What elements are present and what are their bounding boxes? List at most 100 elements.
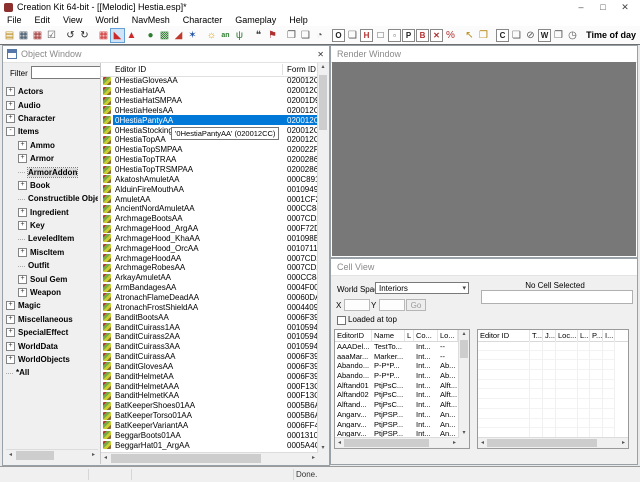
object-list-row[interactable]: BatKeeperTorso01AA0005B6A4 <box>101 411 318 421</box>
tree-item-miscellaneous[interactable]: +Miscellaneous <box>6 313 98 326</box>
go-button[interactable]: Go <box>406 299 426 311</box>
object-list-row[interactable]: 0HestiaTopTRSMPAA02002861 <box>101 165 318 175</box>
cell-view-titlebar[interactable]: Cell View <box>331 259 637 276</box>
object-list-row[interactable]: 0HestiaPantyAA020012CC <box>101 115 318 125</box>
snap-to-connect-points-icon[interactable]: ▲ <box>125 29 138 42</box>
object-list-row[interactable]: 0HestiaHatSMPAA02001D97 <box>101 96 318 106</box>
editor-id-column-header[interactable]: Editor ID <box>115 65 146 74</box>
column-header-lo[interactable]: Lo... <box>438 330 458 341</box>
tree-item-key[interactable]: +Key <box>6 219 98 232</box>
toggle-havok-icon[interactable]: H <box>360 29 373 42</box>
object-list-row[interactable]: 0HestiaTopSMPAA020022FB <box>101 145 318 155</box>
scroll-left-icon[interactable]: ◂ <box>478 438 487 448</box>
cell-row[interactable]: aaaMar...Marker...Int...-- <box>335 351 469 361</box>
scrollbar-thumb[interactable] <box>460 340 468 358</box>
object-list-row[interactable]: AmuletAA0001CF27 <box>101 194 318 204</box>
snap-to-angle-icon[interactable]: ◣ <box>111 29 124 42</box>
object-window-titlebar[interactable]: Object Window ✕ <box>3 46 329 63</box>
object-list-row[interactable]: BatKeeperShoes01AA0005B6A5 <box>101 401 318 411</box>
reset-render-icon[interactable]: ◔ <box>313 29 326 42</box>
tree-item-ingredient[interactable]: +Ingredient <box>6 206 98 219</box>
cell-row[interactable]: AAADel...TestTo...Int...-- <box>335 341 469 351</box>
tree-expander-icon[interactable]: - <box>6 127 15 136</box>
scroll-right-icon[interactable]: ▸ <box>450 438 459 448</box>
tree-item-audio[interactable]: +Audio <box>6 98 98 111</box>
tree-expander-icon[interactable]: + <box>6 101 15 110</box>
tree-expander-icon[interactable]: + <box>18 288 27 297</box>
object-list-row[interactable]: ArkayAmuletAA000CC847 <box>101 273 318 283</box>
column-header-l[interactable]: L... <box>578 330 590 341</box>
menu-item-navmesh[interactable]: NavMesh <box>132 15 170 25</box>
menu-item-help[interactable]: Help <box>289 15 308 25</box>
tree-item-miscitem[interactable]: +MiscItem <box>6 246 98 259</box>
tree-item-outfit[interactable]: Outfit <box>6 259 98 272</box>
cascade-windows-icon[interactable]: ❐ <box>285 29 298 42</box>
scrollbar-thumb[interactable] <box>487 439 597 447</box>
tree-expander-icon[interactable]: + <box>6 342 15 351</box>
column-header-l[interactable]: L <box>405 330 414 341</box>
snap-to-grid-icon[interactable]: ▦ <box>97 29 110 42</box>
tree-expander-icon[interactable]: + <box>6 355 15 364</box>
render-window-titlebar[interactable]: Render Window <box>331 46 637 63</box>
object-list-row[interactable]: ArmBandagesAA0004F001 <box>101 283 318 293</box>
cell-row[interactable]: Abando...P-P*P...Int...Ab... <box>335 370 469 380</box>
cell-row[interactable]: Angarv...PtjPSP...Int...An... <box>335 409 469 419</box>
tree-item-magic[interactable]: +Magic <box>6 299 98 312</box>
scroll-right-icon[interactable]: ▸ <box>89 450 98 461</box>
object-list-row[interactable]: 0HestiaGlovesAA020012CA <box>101 76 318 86</box>
undo-icon[interactable]: ↺ <box>64 29 77 42</box>
data-icon[interactable]: ▦ <box>31 29 44 42</box>
tree-item-constructible-object[interactable]: Constructible Object <box>6 192 98 205</box>
toggle-disabled-icon[interactable]: ⊘ <box>524 29 537 42</box>
tree-item-character[interactable]: +Character <box>6 112 98 125</box>
object-list-row[interactable]: BanditCuirass2AA0010594C <box>101 332 318 342</box>
scroll-down-icon[interactable]: ▾ <box>459 429 469 438</box>
tree-item-ammo[interactable]: +Ammo <box>6 139 98 152</box>
tree-expander-icon[interactable]: + <box>18 208 27 217</box>
menu-item-view[interactable]: View <box>63 15 82 25</box>
save-icon[interactable]: ▦ <box>17 29 30 42</box>
cell-row[interactable]: Abando...P-P*P...Int...Ab... <box>335 360 469 370</box>
toggle-occlusion-icon[interactable]: ❏ <box>510 29 523 42</box>
scrollbar-thumb[interactable] <box>319 75 327 130</box>
toggle-sound-markers-icon[interactable]: % <box>444 29 457 42</box>
close-button[interactable]: ✕ <box>614 0 636 14</box>
scroll-left-icon[interactable]: ◂ <box>6 450 15 461</box>
dialogue-icon[interactable]: ❝ <box>252 29 265 42</box>
tree-item-worlddata[interactable]: +WorldData <box>6 339 98 352</box>
toggle-water-icon[interactable]: W <box>538 29 551 42</box>
world-space-select[interactable]: Interiors ▾ <box>375 282 469 294</box>
tree-expander-icon[interactable]: + <box>18 275 27 284</box>
column-header-j[interactable]: J... <box>543 330 556 341</box>
column-header-i[interactable]: I... <box>603 330 615 341</box>
cell-row[interactable]: Alftand...PtjPsC...Int...Alft... <box>335 399 469 409</box>
light-picker-icon[interactable]: ↖ <box>463 29 476 42</box>
list-hscrollbar[interactable]: ◂ ▸ <box>101 452 318 464</box>
scrollbar-thumb[interactable] <box>16 451 54 460</box>
object-list-row[interactable]: 0HestiaHatAA020012CB <box>101 86 318 96</box>
object-list-row[interactable]: BanditCuirass1AA0010594A <box>101 322 318 332</box>
resize-grip[interactable] <box>318 453 328 464</box>
tree-item-armoraddon[interactable]: ArmorAddon <box>6 165 98 178</box>
tree-expander-icon[interactable]: + <box>6 114 15 123</box>
object-list-row[interactable]: BanditGlovesAA0006F399 <box>101 361 318 371</box>
tree-expander-icon[interactable]: + <box>6 301 15 310</box>
object-list-row[interactable]: BanditHelmetAA0006F39D <box>101 371 318 381</box>
maximize-button[interactable]: □ <box>592 0 614 14</box>
toggle-collision-icon[interactable]: C <box>496 29 509 42</box>
object-list-row[interactable]: AtronachFrostShieldAA00044091 <box>101 302 318 312</box>
object-list-row[interactable]: BeggarHat01_ArgAA0005A4CE <box>101 440 318 450</box>
object-list-row[interactable]: AtronachFlameDeadAA00060DA6 <box>101 293 318 303</box>
object-list-row[interactable]: BanditHelmetAAA000F13CF <box>101 381 318 391</box>
object-list-row[interactable]: AkatoshAmuletAA000C8910 <box>101 174 318 184</box>
menu-item-world[interactable]: World <box>95 15 118 25</box>
render-viewport[interactable] <box>332 62 636 256</box>
list-header[interactable]: Editor ID Form ID <box>101 63 318 77</box>
column-header-t[interactable]: T... <box>530 330 543 341</box>
tree-item-worldobjects[interactable]: +WorldObjects <box>6 353 98 366</box>
landscape-edit-icon[interactable]: ▩ <box>158 29 171 42</box>
column-divider[interactable] <box>282 64 283 75</box>
tree-item-specialeffect[interactable]: +SpecialEffect <box>6 326 98 339</box>
object-list-row[interactable]: ArchmageHood_ArgAA000F72D5 <box>101 224 318 234</box>
tree-item-soul-gem[interactable]: +Soul Gem <box>6 272 98 285</box>
